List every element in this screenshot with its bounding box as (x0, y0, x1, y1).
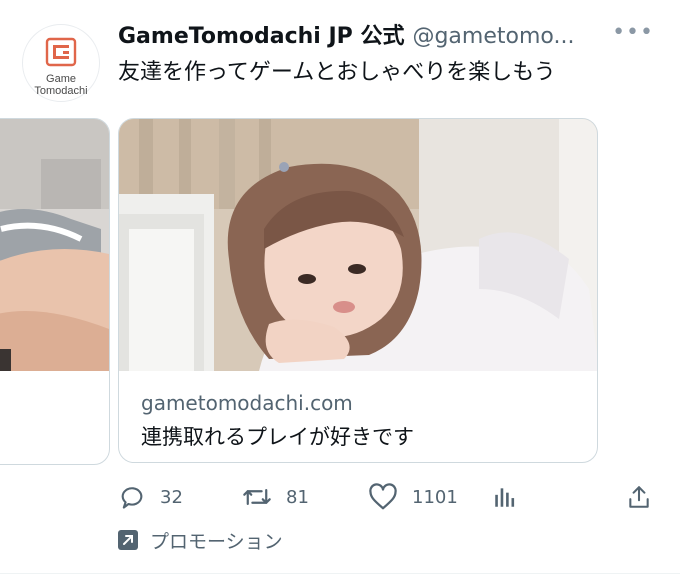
game-tomodachi-logo-icon (45, 37, 77, 67)
retweet-button[interactable]: 81 (242, 480, 309, 514)
tweet-text: 友達を作ってゲームとおしゃべりを楽しもう (118, 60, 556, 85)
reply-icon (121, 487, 143, 509)
divider (0, 573, 680, 574)
share-icon (629, 486, 649, 508)
avatar-brand-line2: Tomodachi (34, 85, 88, 97)
card-domain[interactable]: gametomodachi.com (141, 391, 353, 415)
more-options-icon[interactable]: ••• (612, 20, 654, 45)
like-button[interactable]: 1101 (368, 480, 458, 514)
retweet-icon (243, 488, 271, 506)
promoted-label[interactable]: プロモーション (118, 526, 283, 554)
display-name[interactable]: GameTomodachi JP 公式 (118, 24, 404, 48)
account-avatar[interactable]: Game Tomodachi (22, 24, 100, 102)
like-count: 1101 (412, 486, 458, 508)
reply-button[interactable]: 32 (118, 480, 183, 514)
analytics-button[interactable] (492, 480, 518, 514)
share-button[interactable] (626, 480, 652, 514)
carousel-card-previous[interactable] (0, 118, 110, 465)
heart-icon (369, 483, 397, 510)
link-card[interactable]: gametomodachi.com 連携取れるプレイが好きです (118, 118, 598, 463)
avatar-brand-line1: Game (46, 73, 76, 85)
promoted-icon (118, 530, 138, 550)
card-image (119, 119, 597, 371)
tweet-actions: 32 81 1101 (118, 480, 663, 514)
previous-card-image (0, 119, 109, 371)
account-handle[interactable]: @gametomo... (412, 24, 574, 48)
retweet-count: 81 (286, 486, 309, 508)
reply-count: 32 (160, 486, 183, 508)
analytics-icon (495, 488, 515, 507)
tweet-header: GameTomodachi JP 公式 @gametomo... (118, 18, 618, 48)
card-title[interactable]: 連携取れるプレイが好きです (141, 421, 414, 451)
promoted-text: プロモーション (150, 530, 283, 553)
